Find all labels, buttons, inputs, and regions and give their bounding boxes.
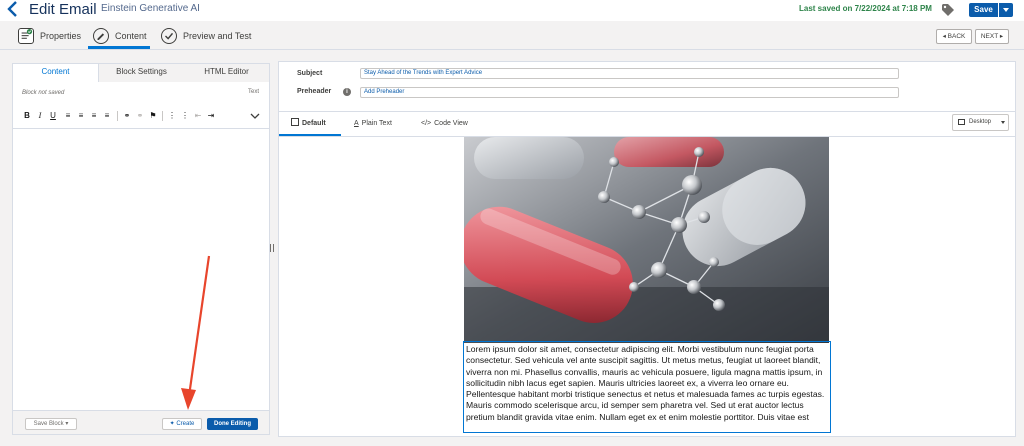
tab-default-view[interactable]: Default — [291, 117, 326, 131]
align-left-icon[interactable]: ≡ — [63, 110, 73, 122]
tab-label: Code View — [434, 120, 468, 127]
back-button[interactable]: ◂ BACK — [936, 29, 972, 44]
checkmark-icon — [161, 28, 177, 44]
create-button-label: Create — [176, 421, 195, 427]
text-icon: A — [354, 120, 359, 127]
toolbar-divider — [162, 111, 163, 121]
top-bar: Edit Email Einstein Generative AI Last s… — [0, 0, 1024, 21]
annotation-arrow-icon — [181, 255, 211, 410]
tab-html-editor[interactable]: HTML Editor — [184, 64, 269, 82]
save-block-button[interactable]: Save Block ▾ — [25, 418, 77, 430]
subject-field[interactable]: Stay Ahead of the Trends with Expert Adv… — [360, 68, 899, 79]
sparkle-icon: ✦ — [169, 421, 175, 427]
tab-label: Preview and Test — [183, 31, 252, 41]
device-label: Desktop — [969, 119, 992, 125]
next-button[interactable]: NEXT ▸ — [975, 29, 1009, 44]
tab-block-settings[interactable]: Block Settings — [99, 64, 184, 82]
create-button[interactable]: ✦ Create — [162, 418, 202, 430]
subject-label: Subject — [297, 70, 323, 77]
bulleted-list-icon[interactable]: ⋮ — [180, 110, 190, 122]
indent-icon[interactable]: ⇥ — [206, 110, 216, 122]
chevron-down-icon — [1001, 121, 1005, 124]
tab-label: Plain Text — [361, 120, 392, 127]
tab-label: Default — [302, 120, 326, 127]
tab-code-view[interactable]: </> Code View — [421, 117, 468, 131]
bold-icon[interactable]: B — [22, 110, 32, 122]
italic-icon[interactable]: I — [35, 110, 45, 122]
tab-plain-text[interactable]: A Plain Text — [354, 117, 392, 131]
block-type-label: Text — [247, 89, 259, 95]
preheader-label: Preheader — [297, 88, 332, 95]
layout-icon — [291, 118, 299, 126]
tab-content-editor[interactable]: Content — [13, 64, 99, 82]
panel-resize-handle[interactable] — [270, 244, 274, 252]
align-justify-icon[interactable]: ≡ — [102, 110, 112, 122]
editor-tabs: Properties Content Preview and Test — [0, 22, 1024, 50]
monitor-icon — [958, 119, 965, 125]
device-selector[interactable]: Desktop — [952, 114, 1009, 131]
code-icon: </> — [421, 120, 432, 127]
block-status: Block not saved — [22, 90, 65, 96]
back-chevron-icon[interactable] — [6, 0, 20, 18]
align-right-icon[interactable]: ≡ — [89, 110, 99, 122]
preheader-field[interactable]: Add Preheader — [360, 87, 899, 98]
info-icon[interactable]: i — [343, 88, 351, 96]
content-panel-footer: Save Block ▾ ✦ Create Done Editing — [13, 410, 269, 434]
content-panel-tabs: Content Block Settings HTML Editor — [13, 64, 269, 82]
link-icon[interactable]: ⚭ — [122, 110, 132, 122]
text-editor-area[interactable] — [13, 128, 269, 410]
done-editing-button[interactable]: Done Editing — [207, 418, 258, 430]
page-title: Edit Email — [29, 1, 97, 18]
align-center-icon[interactable]: ≡ — [76, 110, 86, 122]
active-tab-indicator — [88, 46, 150, 49]
chevron-down-icon[interactable] — [250, 112, 260, 120]
divider — [279, 111, 1015, 112]
email-name: Einstein Generative AI — [101, 3, 200, 14]
pencil-icon — [93, 28, 109, 44]
rich-text-toolbar: B I U ≡ ≡ ≡ ≡ ⚭ ⚭ ⚑ ⋮ ⋮ ⇤ ⇥ — [22, 110, 264, 124]
content-panel: Content Block Settings HTML Editor Block… — [12, 63, 270, 435]
save-options-button[interactable] — [999, 3, 1013, 17]
tab-label: Properties — [40, 31, 82, 41]
outdent-icon[interactable]: ⇤ — [193, 110, 203, 122]
anchor-flag-icon[interactable]: ⚑ — [148, 110, 158, 122]
tag-icon[interactable] — [941, 3, 955, 17]
save-button[interactable]: Save — [969, 3, 998, 17]
toolbar-divider — [117, 111, 118, 121]
numbered-list-icon[interactable]: ⋮ — [167, 110, 177, 122]
underline-icon[interactable]: U — [48, 110, 58, 122]
email-preview-panel: Subject Stay Ahead of the Trends with Ex… — [278, 61, 1016, 437]
last-saved-status: Last saved on 7/22/2024 at 7:18 PM — [799, 4, 932, 13]
hero-image[interactable] — [464, 137, 829, 343]
unlink-icon[interactable]: ⚭ — [135, 110, 145, 122]
properties-icon — [18, 28, 34, 44]
tab-label: Content — [115, 31, 147, 41]
email-body-text-block[interactable]: Lorem ipsum dolor sit amet, consectetur … — [463, 341, 831, 433]
